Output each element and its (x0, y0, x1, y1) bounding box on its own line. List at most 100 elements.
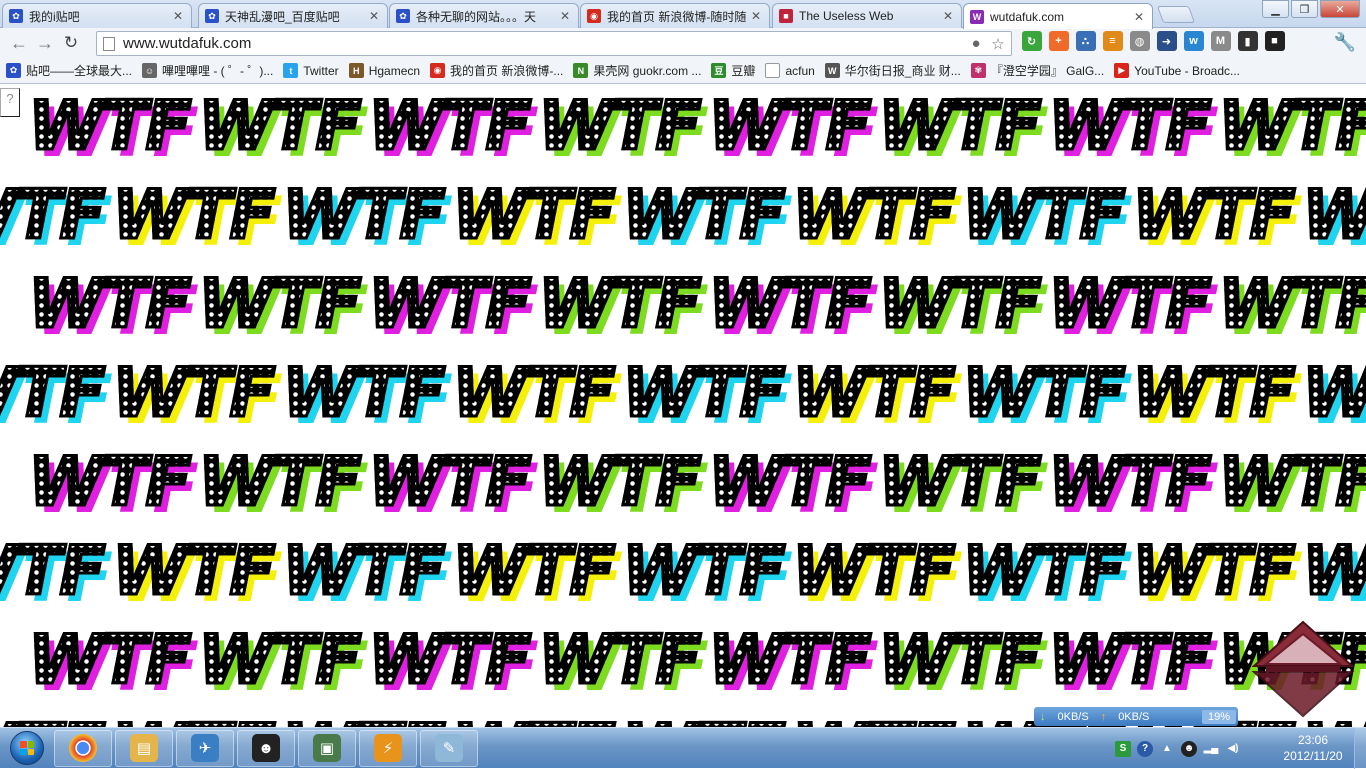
wutdafuk-icon: W (970, 9, 984, 24)
qq-penguin-icon: ☻ (252, 734, 280, 762)
maximize-button[interactable]: ❐ (1291, 0, 1318, 18)
bookmark-label: acfun (785, 63, 815, 78)
wtf-text: WTFWTF (367, 265, 539, 346)
bookmark-label: 『澄空学园』 GalG... (990, 64, 1105, 78)
wtf-text: WTFWTF (197, 621, 369, 702)
close-icon[interactable]: ✕ (941, 9, 955, 23)
wtf-text: WTFWTF (707, 87, 879, 168)
bookmark-item[interactable]: W 华尔街日报_商业 财... (824, 62, 961, 79)
bookmark-item[interactable]: t Twitter (283, 63, 339, 78)
lightbulb-icon[interactable]: ● (967, 35, 985, 53)
wtf-text: WTFWTF (1131, 354, 1303, 435)
help-tray-icon[interactable]: ? (1137, 740, 1153, 757)
tab-5-active[interactable]: W wutdafuk.com ✕ (963, 3, 1153, 29)
bookmark-label: 我的首页 新浪微博-... (450, 64, 564, 78)
bookmark-item[interactable]: acfun (765, 63, 815, 78)
phone-ext-icon[interactable]: ▮ (1237, 31, 1258, 51)
close-icon[interactable]: ✕ (749, 9, 763, 23)
bookmark-item[interactable]: ✾ 『澄空学园』 GalG... (970, 62, 1105, 79)
reload-button[interactable]: ↻ (58, 30, 84, 56)
bookmark-item[interactable]: 豆豆瓣 (711, 62, 755, 79)
network-signal-icon[interactable]: ▂▄ (1203, 741, 1219, 757)
address-bar[interactable]: www.wutdafuk.com ● ☆ (96, 31, 1012, 56)
tab-4[interactable]: ■ The Useless Web ✕ (772, 3, 962, 28)
baidu-paw-icon: ✿ (205, 9, 219, 23)
tab-2[interactable]: ✿ 各种无聊的网站。。。天 ✕ (389, 3, 579, 28)
browser-toolbar: ← → ↻ www.wutdafuk.com ● ☆ ↻ + ∴ ≡ ◍ ➜ w… (0, 28, 1366, 58)
blue-dots-ext-icon[interactable]: ∴ (1075, 31, 1096, 51)
weibo-icon: ◉ (430, 63, 446, 78)
clock[interactable]: 23:06 2012/11/20 (1276, 732, 1350, 764)
wtf-text: WTFWTF (707, 265, 879, 346)
weibo-ext-icon[interactable]: w (1183, 31, 1204, 51)
bookmark-item[interactable]: ✿ 贴吧——全球最大... (6, 62, 132, 79)
flower-icon: ✾ (970, 63, 986, 78)
wtf-text: WTFWTF (537, 87, 709, 168)
close-icon[interactable]: ✕ (171, 9, 185, 23)
wtf-text: WTFWTF (537, 443, 709, 524)
wrench-menu-icon[interactable]: 🔧 (1334, 32, 1356, 53)
network-meter[interactable]: ↓ 0KB/S ↑ 0KB/S 19% (1034, 707, 1238, 726)
baidu-paw-icon: ✿ (6, 63, 21, 78)
bbc-ext-icon[interactable]: ■ (1264, 31, 1285, 51)
green-refresh-ext-icon[interactable]: ↻ (1021, 31, 1042, 51)
close-icon[interactable]: ✕ (1132, 10, 1146, 24)
wtf-text: WTFWTF (1047, 621, 1219, 702)
taskbar-bird-app[interactable]: ✈ (176, 729, 234, 767)
wtf-text: WTFWTF (961, 176, 1133, 257)
minimize-button[interactable]: ▁ (1262, 0, 1289, 18)
rss-ext-icon[interactable]: ≡ (1102, 31, 1123, 51)
show-desktop-button[interactable] (1354, 728, 1366, 769)
close-icon[interactable]: ✕ (558, 9, 572, 23)
bookmark-item[interactable]: N 果壳网 guokr.com ... (573, 62, 701, 79)
taskbar: ▤ ✈ ☻ ▣ ⚡ ✎ S ? ▲ ☻ ▂▄ ◀) 23:06 2012/11/… (0, 727, 1366, 769)
globe-ext-icon[interactable]: ◍ (1129, 31, 1150, 51)
forward-button[interactable]: → (32, 30, 58, 56)
new-tab-button[interactable] (1156, 6, 1196, 23)
orange-plus-ext-icon[interactable]: + (1048, 31, 1069, 51)
bookmark-label: 嗶哩嗶哩 - ( ゜- ゜)... (162, 64, 274, 78)
show-hidden-icons-icon[interactable]: ▲ (1159, 741, 1175, 757)
tab-3[interactable]: ◉ 我的首页 新浪微博-随时随 ✕ (580, 3, 770, 28)
bookmark-item[interactable]: ☺ 嗶哩嗶哩 - ( ゜- ゜)... (142, 62, 273, 79)
url-text[interactable]: www.wutdafuk.com (123, 35, 967, 52)
ime-triangle-widget[interactable] (1248, 620, 1358, 720)
start-button[interactable] (0, 728, 54, 769)
tab-title: 天神乱漫吧_百度贴吧 (225, 9, 340, 24)
wtf-text: WTFWTF (1301, 180, 1366, 257)
wtf-text: WTFWTF (877, 87, 1049, 168)
missing-plugin-icon[interactable]: ? (0, 88, 20, 117)
wtf-text: WTFWTF (537, 265, 709, 346)
wtf-text: WTFWTF (1217, 269, 1366, 346)
download-speed: ↓ 0KB/S (1040, 710, 1089, 723)
bookmark-item[interactable]: ▶ YouTube - Broadc... (1114, 63, 1240, 78)
volume-icon[interactable]: ◀) (1225, 741, 1241, 757)
taskbar-qq[interactable]: ☻ (237, 729, 295, 767)
reload-icon: ↻ (63, 33, 79, 52)
wtf-text: WTFWTF (1217, 447, 1366, 524)
qq-tray-icon[interactable]: ☻ (1181, 740, 1197, 757)
green-s-tray-icon[interactable]: S (1115, 740, 1131, 757)
wtf-text: WTFWTF (0, 180, 113, 257)
back-arrow-icon: ← (10, 32, 28, 53)
close-window-button[interactable]: ✕ (1320, 0, 1360, 18)
back-button[interactable]: ← (6, 30, 32, 56)
gmail-ext-icon[interactable]: M (1210, 31, 1231, 51)
system-tray: S ? ▲ ☻ ▂▄ ◀) (1112, 728, 1244, 769)
tab-1[interactable]: ✿ 天神乱漫吧_百度贴吧 ✕ (198, 3, 388, 28)
taskbar-monitor-app[interactable]: ▣ (298, 729, 356, 767)
taskbar-thunder[interactable]: ⚡ (359, 729, 417, 767)
windows-logo-icon (10, 731, 44, 765)
taskbar-notepad[interactable]: ✎ (420, 729, 478, 767)
bookmark-item[interactable]: H Hgamecn (348, 63, 420, 78)
taskbar-explorer[interactable]: ▤ (115, 729, 173, 767)
bookmark-label: 贴吧——全球最大... (26, 64, 133, 78)
share-arrow-ext-icon[interactable]: ➜ (1156, 31, 1177, 51)
page-icon (103, 36, 115, 51)
taskbar-chrome[interactable] (54, 729, 112, 767)
tab-0[interactable]: ✿ 我的i贴吧 ✕ (2, 3, 192, 28)
bookmark-item[interactable]: ◉ 我的首页 新浪微博-... (430, 62, 563, 79)
star-bookmark-icon[interactable]: ☆ (989, 35, 1007, 53)
thunder-icon: ⚡ (374, 734, 402, 762)
close-icon[interactable]: ✕ (367, 9, 381, 23)
